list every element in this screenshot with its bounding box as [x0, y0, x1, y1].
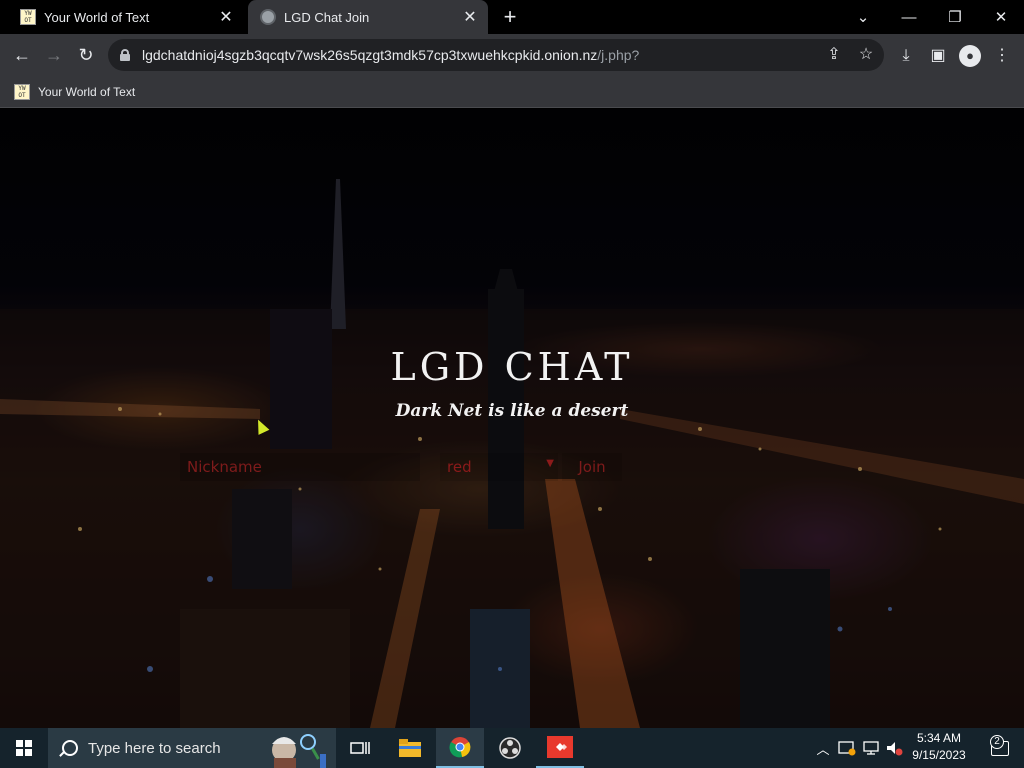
color-select[interactable]: red ▼ [440, 453, 558, 481]
browser-toolbar: ← → ↻ lgdchatdnioj4sgzb3qcqtv7wsk26s5qzg… [0, 34, 1024, 76]
obs-icon [499, 737, 521, 759]
ywot-favicon-icon: YW OT [14, 84, 30, 100]
close-tab-icon[interactable]: ✕ [460, 7, 480, 27]
tab-title: LGD Chat Join [284, 9, 370, 25]
close-window-button[interactable]: ✕ [978, 0, 1024, 34]
download-icon[interactable]: ⤓ [894, 44, 918, 68]
search-highlight-illustration-icon [272, 734, 326, 768]
chevron-down-icon: ▼ [546, 458, 554, 469]
page-content: LGD CHAT Dark Net is like a desert red ▼… [0, 109, 1024, 728]
obs-taskbar-button[interactable] [486, 728, 534, 768]
security-tray-icon[interactable] [836, 728, 858, 768]
tab-your-world-of-text[interactable]: YW OT Your World of Text ✕ [8, 0, 244, 34]
anydesk-icon [547, 736, 573, 758]
notification-count: 2 [990, 735, 1004, 749]
lock-icon[interactable] [120, 49, 130, 61]
tab-lgd-chat-join[interactable]: LGD Chat Join ✕ [248, 0, 488, 34]
more-menu-icon[interactable]: ⋮ [990, 44, 1014, 68]
windows-logo-icon [16, 740, 32, 756]
task-view-icon [350, 742, 370, 754]
bookmarks-bar: YW OT Your World of Text [0, 76, 1024, 108]
side-panel-icon[interactable]: ▣ [926, 44, 950, 68]
notification-center-button[interactable]: 2 [980, 728, 1020, 768]
join-form: red ▼ Join [180, 453, 622, 481]
join-button[interactable]: Join [562, 453, 622, 481]
task-view-button[interactable] [336, 728, 384, 768]
browser-tab-strip: YW OT Your World of Text ✕ LGD Chat Join… [0, 0, 1024, 34]
windows-taskbar: Type here to search ︿ 5:34 AM 9/15/2023 … [0, 728, 1024, 768]
url-host: lgdchatdnioj4sgzb3qcqtv7wsk26s5qzgt3mdk5… [142, 47, 598, 63]
file-explorer-button[interactable] [386, 728, 434, 768]
new-tab-button[interactable]: + [498, 5, 522, 29]
globe-icon [260, 9, 276, 25]
chrome-taskbar-button[interactable] [436, 728, 484, 768]
profile-avatar-icon[interactable]: ● [959, 45, 981, 67]
network-icon[interactable] [860, 728, 882, 768]
close-tab-icon[interactable]: ✕ [216, 7, 236, 27]
minimize-button[interactable]: — [886, 0, 932, 34]
bookmark-label: Your World of Text [38, 85, 136, 99]
start-button[interactable] [0, 728, 48, 768]
chrome-icon [449, 737, 471, 758]
search-icon [62, 740, 78, 756]
bookmark-your-world-of-text[interactable]: YW OT Your World of Text [14, 82, 135, 102]
anydesk-taskbar-button[interactable] [536, 728, 584, 768]
reload-button[interactable]: ↻ [72, 41, 100, 69]
forward-button[interactable]: → [40, 41, 68, 69]
file-explorer-icon [399, 739, 421, 757]
nickname-input[interactable] [180, 453, 420, 481]
address-bar[interactable]: lgdchatdnioj4sgzb3qcqtv7wsk26s5qzgt3mdk5… [108, 39, 884, 71]
show-hidden-icons-chevron-icon[interactable]: ︿ [814, 728, 832, 768]
back-button[interactable]: ← [8, 41, 36, 69]
taskbar-clock[interactable]: 5:34 AM 9/15/2023 [904, 730, 974, 766]
page-title: LGD CHAT [390, 345, 634, 389]
search-placeholder: Type here to search [88, 739, 221, 757]
restore-button[interactable]: ❐ [932, 0, 978, 34]
clock-time: 5:34 AM [916, 731, 962, 745]
url-text: lgdchatdnioj4sgzb3qcqtv7wsk26s5qzgt3mdk5… [142, 47, 639, 63]
clock-date: 9/15/2023 [912, 748, 966, 762]
bookmark-star-icon[interactable]: ☆ [856, 45, 876, 65]
url-path: /j.php? [597, 47, 640, 63]
volume-muted-icon[interactable] [884, 728, 904, 768]
share-icon[interactable]: ⇪ [824, 45, 844, 65]
page-subtitle: Dark Net is like a desert [395, 401, 629, 421]
taskbar-search-box[interactable]: Type here to search [48, 728, 336, 768]
color-select-value: red [447, 458, 472, 476]
tab-search-chevron-icon[interactable]: ⌄ [840, 0, 886, 34]
tab-title: Your World of Text [44, 9, 150, 25]
ywot-favicon-icon: YW OT [20, 9, 36, 25]
